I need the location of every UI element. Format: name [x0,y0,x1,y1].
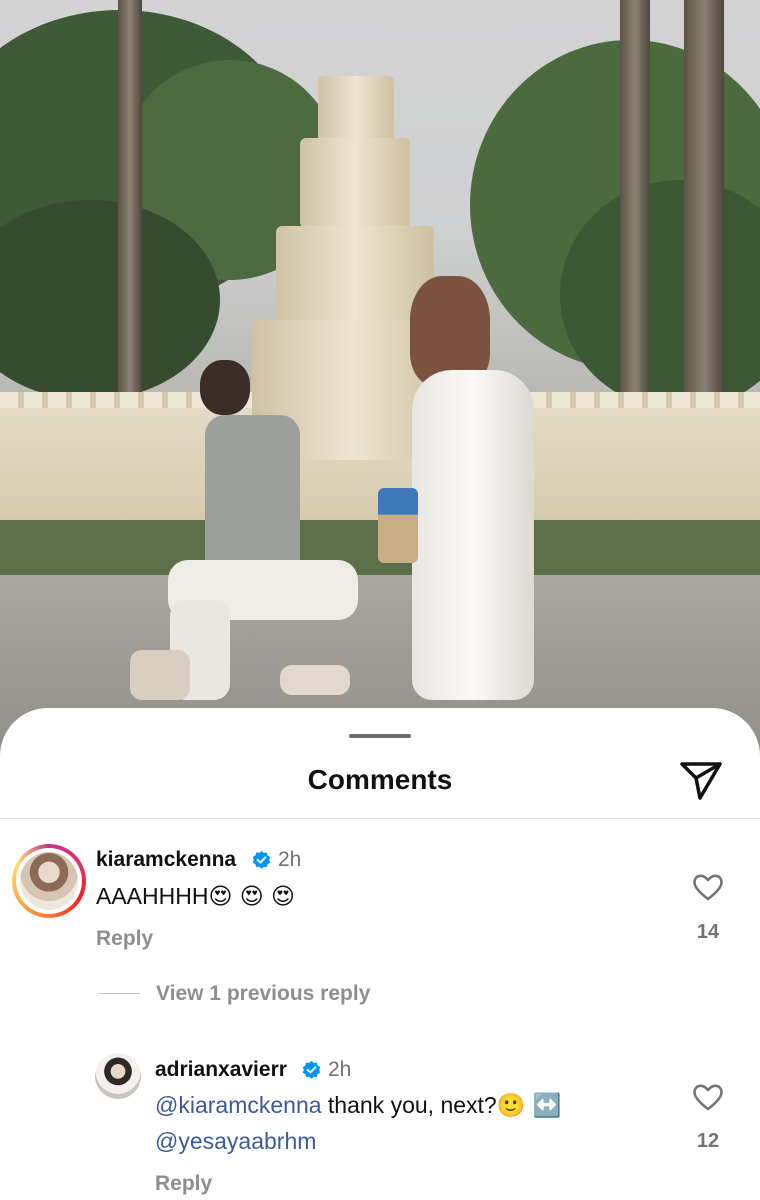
drag-handle[interactable] [349,734,411,738]
replies-divider-line [98,993,140,994]
like-count: 14 [696,921,720,943]
reply-emojis: 🙂 ↔️ [496,1093,562,1119]
comment-username[interactable]: kiaramckenna [96,848,236,872]
reply-button[interactable]: Reply [96,927,153,951]
post-photo [0,0,760,760]
view-previous-replies-button[interactable]: View 1 previous reply [156,982,370,1006]
verified-badge-icon [252,850,271,869]
reply-text-line1: @kiaramckenna thank you, next?🙂 ↔️ [155,1092,562,1119]
like-heart-icon[interactable] [692,1082,724,1112]
sheet-title: Comments [307,764,453,795]
share-icon[interactable] [678,758,724,804]
verified-badge-icon [302,1060,321,1079]
comments-sheet: Comments kiaramckenna 2h AAAHHHH😍 😍 😍 Re… [0,708,760,1200]
header-divider [0,818,760,819]
mention-link[interactable]: @kiaramckenna [155,1092,322,1118]
reply-username[interactable]: adrianxavierr [155,1058,287,1082]
reply-button[interactable]: Reply [155,1172,212,1196]
reply-text-line2: @yesayaabrhm [155,1128,316,1155]
comment-text: AAAHHHH😍 😍 😍 [96,883,296,910]
avatar[interactable] [12,844,86,918]
like-count: 12 [696,1130,720,1152]
comment-time: 2h [278,848,302,871]
reply-time: 2h [328,1058,352,1081]
like-heart-icon[interactable] [692,872,724,902]
avatar[interactable] [95,1053,141,1099]
mention-link[interactable]: @yesayaabrhm [155,1128,316,1154]
heart-eyes-emoji: 😍 😍 😍 [208,884,296,910]
